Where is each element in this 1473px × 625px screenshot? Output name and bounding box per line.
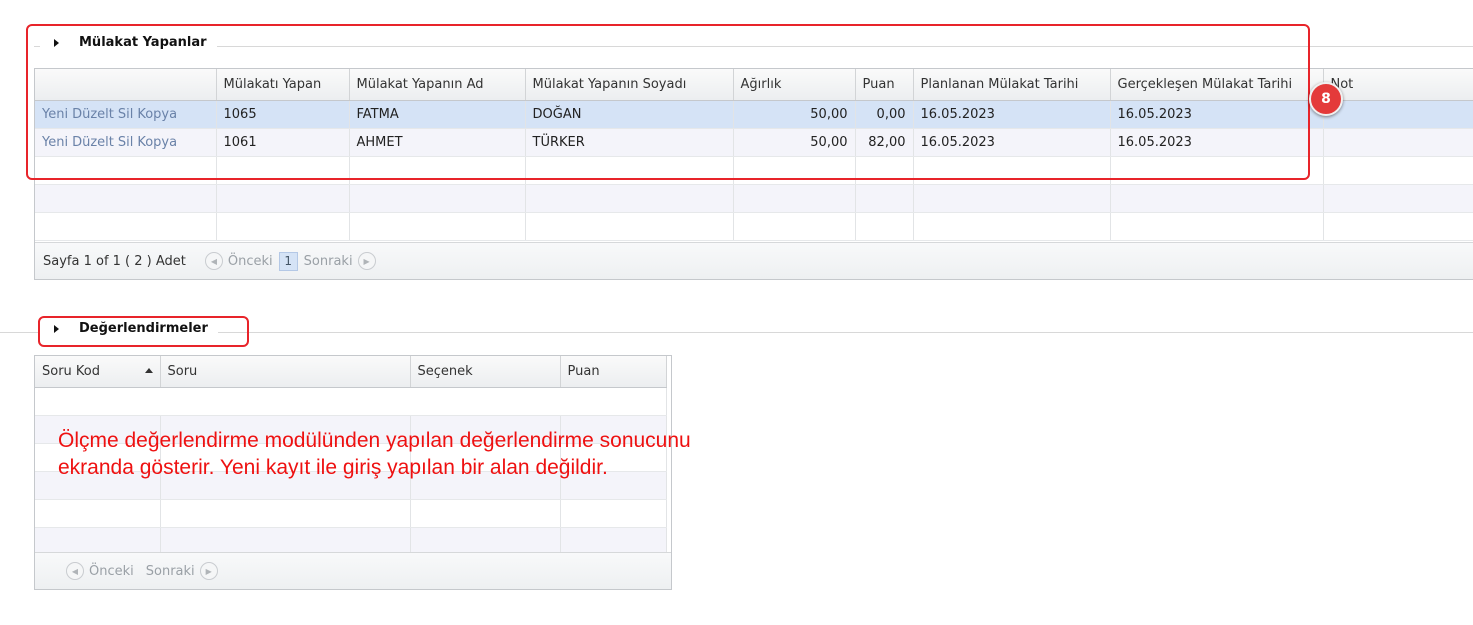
highlight-box-mulakat-yapanlar: [26, 24, 1310, 180]
empty-row: [35, 212, 1473, 241]
cell-not: [1323, 128, 1473, 157]
annotation-note: Ölçme değerlendirme modülünden yapılan d…: [58, 429, 691, 479]
pager-info: Sayfa 1 of 1 ( 2 ) Adet: [43, 253, 186, 269]
empty-row: [35, 499, 667, 528]
next-label: Sonraki: [303, 253, 353, 269]
page-number-button[interactable]: 1: [278, 251, 298, 271]
prev-button[interactable]: ◀ Önceki: [61, 562, 134, 580]
col-header-puan[interactable]: Puan: [560, 356, 667, 388]
empty-row: [35, 387, 667, 416]
arrow-right-circle-icon: ▶: [357, 252, 376, 270]
empty-row: [35, 184, 1473, 213]
col-header-secenek[interactable]: Seçenek: [410, 356, 561, 388]
next-button[interactable]: Sonraki ▶: [304, 252, 381, 270]
pager: Sayfa 1 of 1 ( 2 ) Adet ◀ Önceki 1 Sonra…: [35, 242, 1473, 279]
cell-not: [1323, 100, 1473, 129]
step-badge: 8: [1309, 82, 1343, 116]
col-header-soru-kod[interactable]: Soru Kod: [35, 356, 161, 388]
prev-label: Önceki: [227, 253, 273, 269]
next-button[interactable]: Sonraki ▶: [146, 562, 223, 580]
highlight-box-degerlendirmeler: [38, 316, 249, 347]
arrow-right-circle-icon: ▶: [199, 562, 218, 580]
prev-button[interactable]: ◀ Önceki: [200, 252, 273, 270]
arrow-left-circle-icon: ◀: [204, 252, 223, 270]
sort-asc-icon: [144, 368, 153, 373]
prev-label: Önceki: [89, 563, 134, 579]
table-header-row: Soru Kod Soru Seçenek Puan: [35, 356, 667, 388]
col-header-soru[interactable]: Soru: [160, 356, 411, 388]
arrow-left-circle-icon: ◀: [66, 562, 84, 580]
pager: ◀ Önceki Sonraki ▶: [35, 552, 671, 589]
col-header-not[interactable]: Not: [1323, 69, 1473, 101]
next-label: Sonraki: [145, 563, 195, 579]
